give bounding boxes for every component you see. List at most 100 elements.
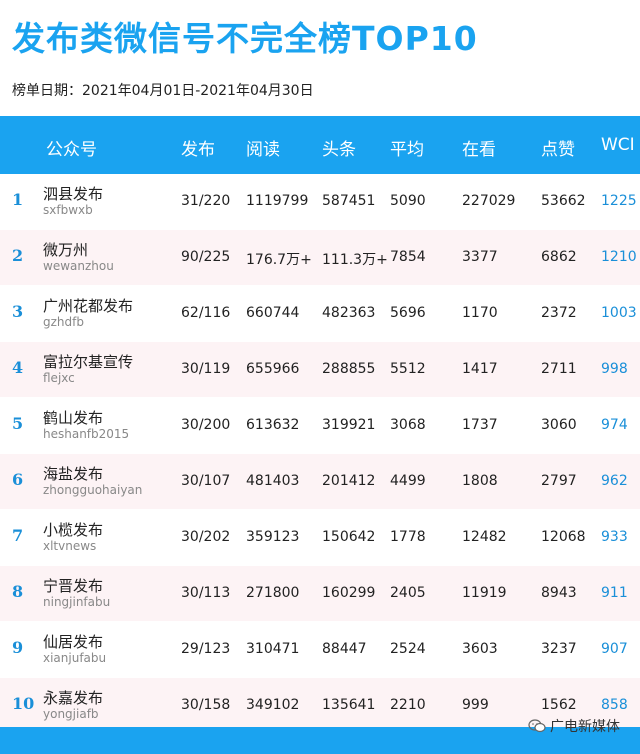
table-header: 公众号 发布 阅读 头条 平均 在看 点赞 WCI bbox=[0, 116, 640, 174]
cell-zaikan: 227029 bbox=[462, 193, 516, 209]
cell-fabu: 30/119 bbox=[181, 361, 231, 377]
account-id: wewanzhou bbox=[43, 259, 114, 273]
rank-number: 5 bbox=[12, 414, 24, 433]
cell-toutiao: 88447 bbox=[322, 641, 367, 657]
rank-number: 10 bbox=[12, 694, 35, 713]
rank-number: 2 bbox=[12, 246, 24, 265]
cell-pingjun: 2210 bbox=[390, 697, 426, 713]
cell-yuedu: 359123 bbox=[246, 529, 300, 545]
cell-zaikan: 12482 bbox=[462, 529, 507, 545]
cell-toutiao: 482363 bbox=[322, 305, 376, 321]
cell-fabu: 30/200 bbox=[181, 417, 231, 433]
header-fabu: 发布 bbox=[181, 140, 215, 160]
cell-dianzan: 3237 bbox=[541, 641, 577, 657]
cell-wci: 933 bbox=[601, 529, 628, 545]
rank-number: 7 bbox=[12, 526, 24, 545]
cell-yuedu: 310471 bbox=[246, 641, 300, 657]
cell-toutiao: 319921 bbox=[322, 417, 376, 433]
cell-zaikan: 3603 bbox=[462, 641, 498, 657]
cell-dianzan: 2711 bbox=[541, 361, 577, 377]
cell-yuedu: 176.7万+ bbox=[246, 252, 312, 268]
table-row: 4 富拉尔基宣传 flejxc 30/119 655966 288855 5512 1417 2… bbox=[0, 342, 640, 398]
header-account: 公众号 bbox=[46, 140, 97, 160]
cell-fabu: 29/123 bbox=[181, 641, 231, 657]
cell-wci: 1225 bbox=[601, 193, 637, 209]
account-name: 泗县发布 bbox=[43, 185, 104, 203]
cell-pingjun: 3068 bbox=[390, 417, 426, 433]
watermark-text: 广电新媒体 bbox=[550, 719, 620, 735]
cell-pingjun: 2524 bbox=[390, 641, 426, 657]
header-wci: WCI bbox=[601, 135, 635, 155]
cell-yuedu: 481403 bbox=[246, 473, 300, 489]
cell-pingjun: 5696 bbox=[390, 305, 426, 321]
cell-dianzan: 2372 bbox=[541, 305, 577, 321]
account-id: ningjinfabu bbox=[43, 595, 111, 609]
cell-pingjun: 7854 bbox=[390, 249, 426, 265]
cell-pingjun: 5090 bbox=[390, 193, 426, 209]
cell-fabu: 30/202 bbox=[181, 529, 231, 545]
account-id: xianjufabu bbox=[43, 651, 107, 665]
rank-number: 9 bbox=[12, 638, 24, 657]
account-name: 鹤山发布 bbox=[43, 409, 104, 427]
cell-toutiao: 587451 bbox=[322, 193, 376, 209]
table-body: 1 泗县发布 sxfbwxb 31/220 1119799 587451 5090 22702… bbox=[0, 174, 640, 734]
table-row: 9 仙居发布 xianjufabu 29/123 310471 88447 2524 3603… bbox=[0, 622, 640, 678]
table-row: 8 宁晋发布 ningjinfabu 30/113 271800 160299 2405 11… bbox=[0, 566, 640, 622]
table-row: 1 泗县发布 sxfbwxb 31/220 1119799 587451 5090 22702… bbox=[0, 174, 640, 230]
header-pingjun: 平均 bbox=[390, 140, 424, 160]
account-name: 宁晋发布 bbox=[43, 577, 104, 595]
cell-zaikan: 1808 bbox=[462, 473, 498, 489]
cell-toutiao: 135641 bbox=[322, 697, 376, 713]
date-range: 榜单日期：2021年04月01日-2021年04月30日 bbox=[12, 83, 314, 99]
table-row: 6 海盐发布 zhongguohaiyan 30/107 481403 201412 449… bbox=[0, 454, 640, 510]
cell-wci: 911 bbox=[601, 585, 628, 601]
cell-fabu: 62/116 bbox=[181, 305, 231, 321]
ranking-table: 公众号 发布 阅读 头条 平均 在看 点赞 WCI 1 泗县发布 sxfbwxb 31… bbox=[0, 116, 640, 734]
rank-number: 1 bbox=[12, 190, 24, 209]
cell-wci: 1210 bbox=[601, 249, 637, 265]
cell-zaikan: 1417 bbox=[462, 361, 498, 377]
account-id: gzhdfb bbox=[43, 315, 84, 329]
cell-yuedu: 1119799 bbox=[246, 193, 309, 209]
cell-pingjun: 5512 bbox=[390, 361, 426, 377]
account-name: 广州花都发布 bbox=[43, 297, 134, 315]
cell-toutiao: 288855 bbox=[322, 361, 376, 377]
rank-number: 6 bbox=[12, 470, 24, 489]
cell-toutiao: 201412 bbox=[322, 473, 376, 489]
cell-wci: 1003 bbox=[601, 305, 637, 321]
header-dianzan: 点赞 bbox=[541, 140, 575, 160]
table-row: 7 小榄发布 xltvnews 30/202 359123 150642 1778 12482… bbox=[0, 510, 640, 566]
rank-number: 4 bbox=[12, 358, 24, 377]
account-name: 海盐发布 bbox=[43, 465, 104, 483]
header-toutiao: 头条 bbox=[322, 140, 356, 160]
cell-zaikan: 1170 bbox=[462, 305, 498, 321]
cell-fabu: 30/107 bbox=[181, 473, 231, 489]
cell-pingjun: 4499 bbox=[390, 473, 426, 489]
cell-wci: 998 bbox=[601, 361, 628, 377]
account-id: zhongguohaiyan bbox=[43, 483, 143, 497]
account-id: flejxc bbox=[43, 371, 75, 385]
wechat-icon bbox=[528, 719, 546, 733]
cell-zaikan: 1737 bbox=[462, 417, 498, 433]
cell-dianzan: 53662 bbox=[541, 193, 586, 209]
cell-dianzan: 12068 bbox=[541, 529, 586, 545]
cell-wci: 962 bbox=[601, 473, 628, 489]
cell-fabu: 30/158 bbox=[181, 697, 231, 713]
page-title: 发布类微信号不完全榜TOP10 bbox=[12, 19, 478, 58]
cell-dianzan: 3060 bbox=[541, 417, 577, 433]
cell-fabu: 30/113 bbox=[181, 585, 231, 601]
rank-number: 8 bbox=[12, 582, 24, 601]
account-id: yongjiafb bbox=[43, 707, 99, 721]
watermark: 广电新媒体 bbox=[528, 716, 620, 736]
cell-yuedu: 655966 bbox=[246, 361, 300, 377]
cell-toutiao: 111.3万+ bbox=[322, 252, 388, 268]
cell-dianzan: 8943 bbox=[541, 585, 577, 601]
cell-yuedu: 349102 bbox=[246, 697, 300, 713]
header-zaikan: 在看 bbox=[462, 140, 496, 160]
cell-zaikan: 11919 bbox=[462, 585, 507, 601]
table-row: 2 微万州 wewanzhou 90/225 176.7万+ 111.3万+ 7854 337… bbox=[0, 230, 640, 286]
cell-yuedu: 271800 bbox=[246, 585, 300, 601]
account-id: xltvnews bbox=[43, 539, 97, 553]
account-name: 永嘉发布 bbox=[43, 689, 104, 707]
cell-dianzan: 2797 bbox=[541, 473, 577, 489]
